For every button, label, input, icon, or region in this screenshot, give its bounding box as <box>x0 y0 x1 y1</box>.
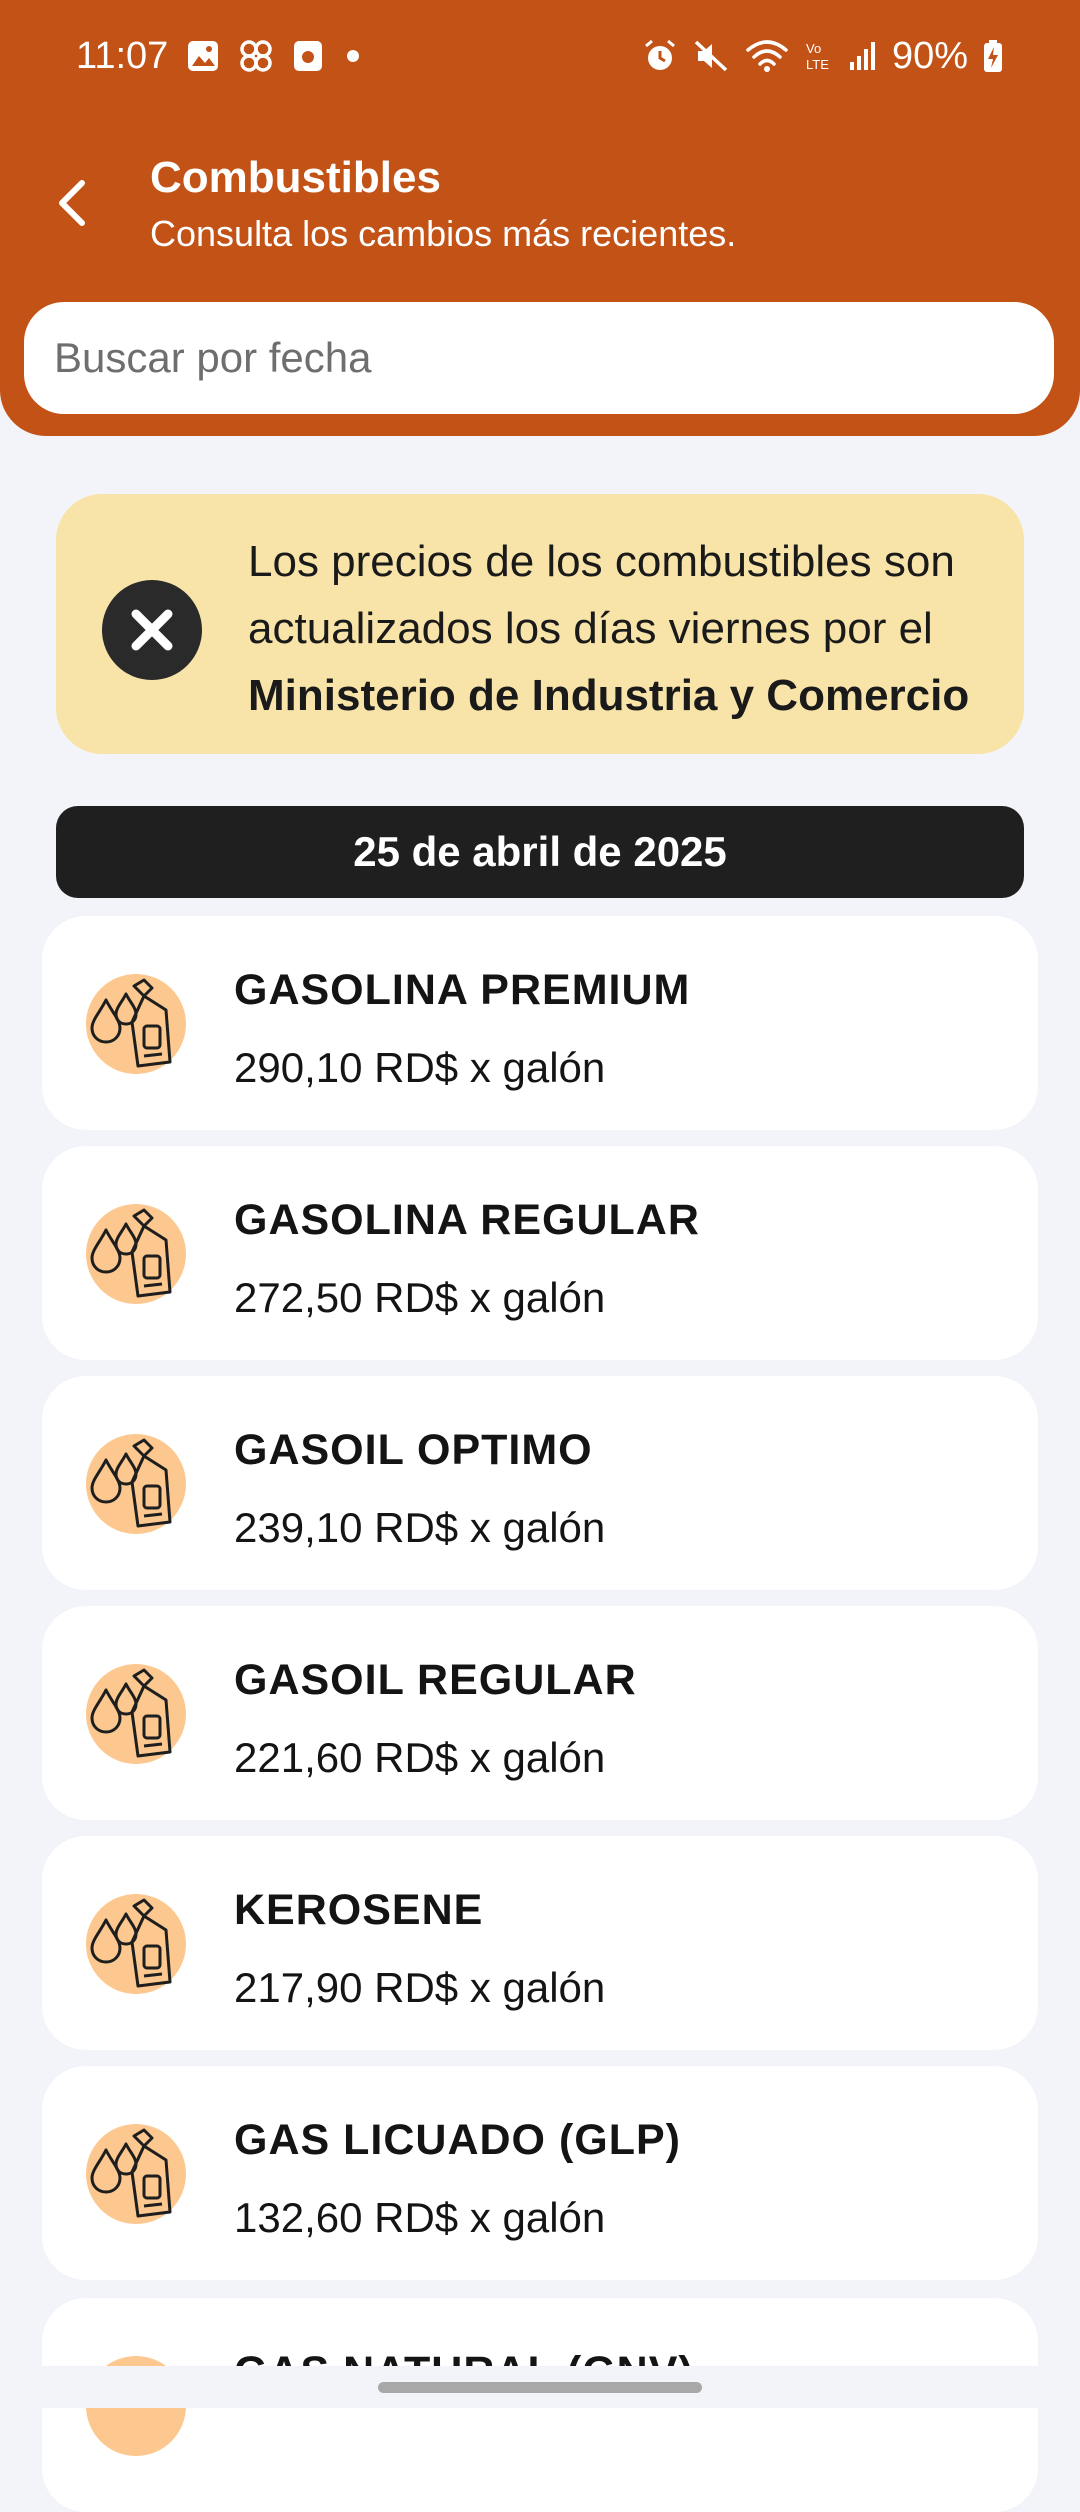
pinwheel-icon <box>240 40 272 72</box>
date-label: 25 de abril de 2025 <box>353 828 727 875</box>
notice-text-regular: Los precios de los combustibles son actu… <box>248 537 955 653</box>
fuel-pump-icon <box>86 1664 186 1764</box>
fuel-name: GASOIL REGULAR <box>234 1656 637 1704</box>
info-notice: Los precios de los combustibles son actu… <box>56 494 1024 754</box>
page-subtitle: Consulta los cambios más recientes. <box>150 213 737 254</box>
close-icon <box>131 609 173 651</box>
fuel-pump-icon <box>86 1204 186 1304</box>
fuel-price: 217,90 RD$ x galón <box>234 1964 606 2011</box>
back-arrow-icon <box>59 180 85 226</box>
status-time: 11:07 <box>76 35 169 77</box>
search-placeholder: Buscar por fecha <box>54 334 372 381</box>
fuel-card-gasoil-optimo[interactable]: GASOIL OPTIMO 239,10 RD$ x galón <box>42 1376 1038 1590</box>
page-title: Combustibles <box>150 153 441 202</box>
app-notification-icon <box>294 41 322 71</box>
fuel-price: 290,10 RD$ x galón <box>234 1044 606 1091</box>
fuel-pump-icon <box>86 2124 186 2224</box>
status-right-icons: Vo LTE 90% <box>642 30 1004 82</box>
fuel-price: 272,50 RD$ x galón <box>234 1274 606 1321</box>
battery-charging-icon <box>984 40 1002 72</box>
search-input[interactable]: Buscar por fecha <box>24 302 1054 414</box>
fuel-name: GAS LICUADO (GLP) <box>234 2116 681 2164</box>
volte-icon: Vo LTE <box>806 41 829 72</box>
gesture-navigation-bar[interactable] <box>378 2382 702 2393</box>
gallery-icon <box>188 41 218 71</box>
fuel-price: 132,60 RD$ x galón <box>234 2194 606 2241</box>
alarm-icon <box>644 39 675 70</box>
fuel-card-gasolina-regular[interactable]: GASOLINA REGULAR 272,50 RD$ x galón <box>42 1146 1038 1360</box>
fuel-card-gas-licuado[interactable]: GAS LICUADO (GLP) 132,60 RD$ x galón <box>42 2066 1038 2280</box>
fuel-card-kerosene[interactable]: KEROSENE 217,90 RD$ x galón <box>42 1836 1038 2050</box>
fuel-name: GASOIL OPTIMO <box>234 1426 593 1474</box>
close-notice-button[interactable] <box>102 580 202 680</box>
fuel-card-gasoil-regular[interactable]: GASOIL REGULAR 221,60 RD$ x galón <box>42 1606 1038 1820</box>
mute-icon <box>694 40 728 72</box>
fuel-card-gasolina-premium[interactable]: GASOLINA PREMIUM 290,10 RD$ x galón <box>42 916 1038 1130</box>
notification-icons <box>186 38 364 74</box>
notice-text-bold: Ministerio de Industria y Comercio <box>248 671 970 720</box>
battery-percent: 90% <box>891 35 968 77</box>
fuel-name: GASOLINA REGULAR <box>234 1196 700 1244</box>
dot-icon <box>347 50 359 62</box>
fuel-pump-icon <box>86 1894 186 1994</box>
fuel-price: 221,60 RD$ x galón <box>234 1734 606 1781</box>
wifi-icon <box>746 40 788 72</box>
svg-text:LTE: LTE <box>806 57 829 72</box>
fuel-pump-icon <box>86 1434 186 1534</box>
app-header: 11:07 Vo LTE 90% Combustibles Consulta l… <box>0 0 1080 436</box>
status-bar: 11:07 Vo LTE 90% <box>0 0 1080 110</box>
notice-text: Los precios de los combustibles son actu… <box>248 528 1008 729</box>
fuel-name: GASOLINA PREMIUM <box>234 966 691 1014</box>
date-header: 25 de abril de 2025 <box>56 806 1024 898</box>
back-button[interactable] <box>40 166 104 240</box>
svg-text:Vo: Vo <box>806 41 821 56</box>
fuel-price: 239,10 RD$ x galón <box>234 1504 606 1551</box>
fuel-pump-icon <box>86 974 186 1074</box>
signal-icon <box>849 42 875 70</box>
fuel-name: KEROSENE <box>234 1886 484 1934</box>
